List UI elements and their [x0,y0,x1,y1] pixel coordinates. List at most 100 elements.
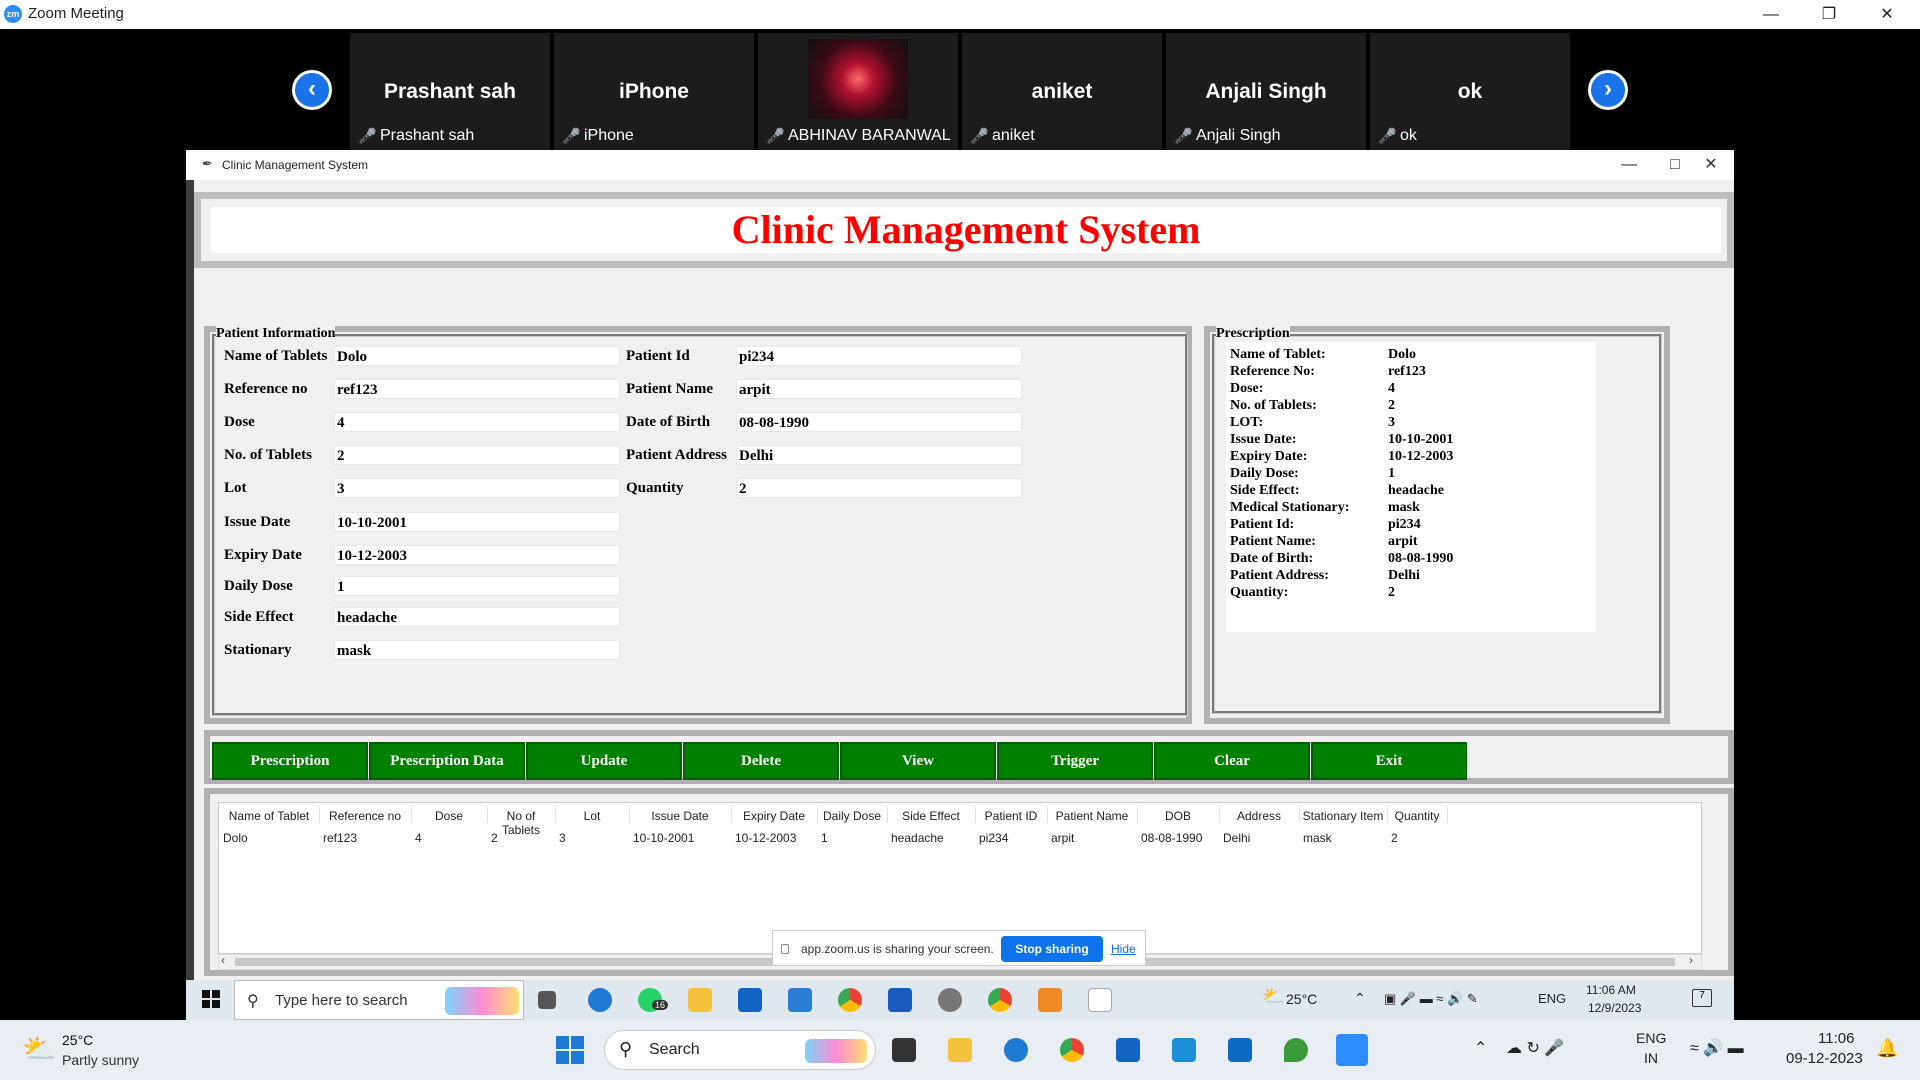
task-view-icon[interactable] [538,991,556,1009]
participant-tile[interactable]: Anjali Singh 🎤 Anjali Singh [1166,33,1366,150]
exit-button[interactable]: Exit [1311,742,1467,780]
patient-address-input[interactable]: Delhi [736,445,1022,465]
participant-tile[interactable]: ok 🎤 ok [1370,33,1570,150]
table-cell: 2 [1391,831,1398,845]
prescription-button[interactable]: Prescription [212,742,368,780]
search-icon: ⚲ [247,993,259,1010]
table-row[interactable]: Dolo ref123 4 2 3 10-10-2001 10-12-2003 1 headac… [219,803,1699,851]
remote-desktop-icon[interactable] [1172,1038,1196,1062]
scroll-left-icon[interactable]: ‹ [221,953,225,967]
chrome-icon[interactable] [1060,1038,1084,1062]
clock-icon[interactable] [938,988,962,1012]
participant-name-large: Prashant sah [384,80,516,103]
prescription-field-value: Delhi [1388,568,1420,583]
table-cell: ref123 [323,831,358,845]
quantity-input[interactable]: 2 [736,478,1022,498]
taskbar-search-box[interactable]: ⚲ Type here to search [234,980,524,1020]
expiry-date-input[interactable]: 10-12-2003 [334,545,620,565]
file-explorer-icon[interactable] [948,1038,972,1062]
reference-no-input[interactable]: ref123 [334,379,620,399]
participant-label: Anjali Singh [1196,127,1281,144]
weather-icon: ⛅ [1262,986,1285,1006]
region-code[interactable]: IN [1644,1050,1658,1066]
prescription-data-button[interactable]: Prescription Data [369,742,525,780]
no-of-tablets-input[interactable]: 2 [334,445,620,465]
chrome-profile-icon[interactable] [988,988,1012,1012]
prescription-text-area[interactable]: Name of Tablet: Dolo Reference No: ref123 Do… [1226,342,1596,632]
store-icon[interactable] [738,988,762,1012]
delete-button[interactable]: Delete [683,742,839,780]
stationary-input[interactable]: mask [334,640,620,660]
issue-date-input[interactable]: 10-10-2001 [334,512,620,532]
label-expiry-date: Expiry Date [224,547,302,563]
prescription-field-value: 2 [1388,585,1395,600]
table-cell: 10-10-2001 [633,831,695,845]
notepad-icon[interactable] [1088,988,1112,1012]
patient-id-input[interactable]: pi234 [736,346,1022,366]
update-button[interactable]: Update [526,742,682,780]
trigger-button[interactable]: Trigger [997,742,1153,780]
side-effect-input[interactable]: headache [334,607,620,627]
patient-name-input[interactable]: arpit [736,379,1022,399]
mail-icon[interactable] [788,988,812,1012]
windows-start-icon[interactable] [202,990,220,1008]
chrome-icon[interactable] [838,988,862,1012]
minimize-button[interactable]: — [1748,0,1794,29]
scroll-right-icon[interactable]: › [1689,953,1693,967]
outer-taskbar: ⛅ 25°C Partly sunny ⚲ Search ⌃ ☁ ↻ 🎤 ENG… [0,1020,1920,1080]
jupyter-icon[interactable] [1038,988,1062,1012]
prescription-field-value: 10-12-2003 [1388,449,1454,464]
edge-icon[interactable] [1004,1038,1028,1062]
prescription-field-value: 10-10-2001 [1388,432,1454,447]
clear-button[interactable]: Clear [1154,742,1310,780]
search-highlight-image [445,987,519,1015]
participant-tile[interactable]: iPhone 🎤 iPhone [554,33,754,150]
label-stationary: Stationary [224,642,292,658]
notification-bell-icon[interactable]: 🔔 [1876,1038,1898,1059]
zoom-taskbar-icon[interactable] [1336,1034,1368,1066]
participant-tile[interactable]: aniket 🎤 aniket [962,33,1162,150]
clock-time: 11:06 [1818,1030,1855,1047]
store-icon[interactable] [1116,1038,1140,1062]
prev-page-icon[interactable]: ‹ [292,70,332,110]
date-of-birth-input[interactable]: 08-08-1990 [736,412,1022,432]
tray-icons[interactable]: ☁ ↻ 🎤 [1506,1038,1564,1058]
prescription-field-label: Issue Date: [1230,432,1297,447]
mongodb-icon[interactable] [1284,1038,1308,1062]
feather-icon: ✒ [202,156,213,171]
participant-tile[interactable]: Prashant sah 🎤 Prashant sah [350,33,550,150]
notification-icon[interactable]: 7 [1692,989,1712,1007]
file-explorer-icon[interactable] [688,988,712,1012]
muted-mic-icon: 🎤 [766,128,785,145]
task-view-icon[interactable] [892,1038,916,1062]
app-close-button[interactable]: ✕ [1688,150,1734,180]
app-minimize-button[interactable]: — [1606,150,1652,180]
inner-language[interactable]: ENG [1538,991,1566,1006]
windows-start-icon[interactable] [556,1036,584,1064]
dose-input[interactable]: 4 [334,412,620,432]
label-no-of-tablets: No. of Tablets [224,447,312,463]
inner-clock-date: 12/9/2023 [1588,1001,1642,1015]
tray-chevron-icon[interactable]: ⌃ [1474,1038,1487,1058]
participant-avatar [808,39,908,119]
edge-icon[interactable] [588,988,612,1012]
restore-button[interactable]: ❐ [1806,0,1852,29]
view-button[interactable]: View [840,742,996,780]
participant-tile[interactable]: 🎤 ABHINAV BARANWAL [758,33,958,150]
hide-link[interactable]: Hide [1111,942,1136,956]
search-icon: ⚲ [619,1039,633,1059]
word-icon[interactable] [888,988,912,1012]
close-button[interactable]: ✕ [1864,0,1910,29]
system-tray-icons[interactable]: ≈ 🔊 ▬ [1690,1038,1744,1058]
daily-dose-input[interactable]: 1 [334,576,620,596]
outer-search-box[interactable]: ⚲ Search [604,1030,876,1070]
prescription-field-value: headache [1388,483,1444,498]
tray-chevron-icon[interactable]: ⌃ [1354,990,1366,1007]
tray-icons[interactable]: ▣ 🎤 ▬ ≈ 🔊 ✎ [1384,991,1478,1007]
language-code[interactable]: ENG [1636,1030,1666,1046]
stop-sharing-button[interactable]: Stop sharing [1001,936,1103,962]
name-of-tablets-input[interactable]: Dolo [334,346,620,366]
lot-input[interactable]: 3 [334,478,620,498]
next-page-icon[interactable]: › [1588,70,1628,110]
vscode-icon[interactable] [1228,1038,1252,1062]
